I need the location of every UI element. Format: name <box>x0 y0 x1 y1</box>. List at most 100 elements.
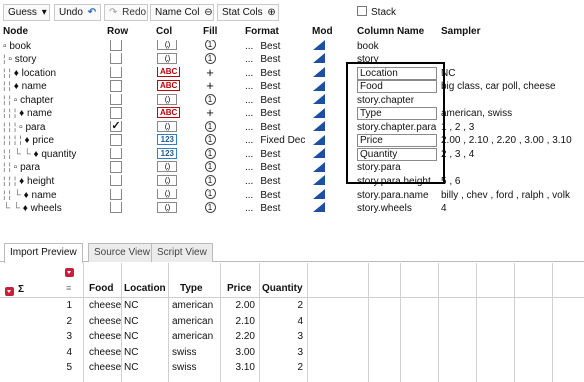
tree-row[interactable]: ▫ book (.) 1... Best book <box>0 39 584 53</box>
preview-cell[interactable]: NC <box>124 331 138 342</box>
tree-row[interactable]: ¦ ¦ ♦ name ABC +... Best Food big class, car … <box>0 80 584 94</box>
format-dots-button[interactable]: ... <box>245 41 253 52</box>
header-fill[interactable]: Fill <box>203 26 217 37</box>
modeling-type-icon[interactable] <box>313 66 325 77</box>
column-type-icon[interactable]: ABC <box>157 80 181 91</box>
header-node[interactable]: Node <box>3 26 28 37</box>
preview-cell[interactable]: NC <box>124 347 138 358</box>
preview-col-header[interactable]: Quantity <box>262 283 303 294</box>
node-cell[interactable]: ¦ ¦ ¦ ♦ name <box>3 107 105 120</box>
modeling-type-icon[interactable] <box>313 94 325 105</box>
tree-row[interactable]: ¦ ▫ story (.) 1... Best story <box>0 53 584 66</box>
preview-cell[interactable]: american <box>172 331 213 342</box>
row-checkbox[interactable] <box>110 188 122 200</box>
row-checkbox[interactable] <box>110 80 122 92</box>
preview-cell[interactable]: 2 <box>262 362 303 373</box>
modeling-type-icon[interactable] <box>313 175 325 186</box>
row-checkbox[interactable] <box>110 134 122 146</box>
header-sampler[interactable]: Sampler <box>441 26 480 37</box>
node-cell[interactable]: ▫ book <box>3 40 105 53</box>
column-type-icon[interactable]: (.) <box>157 53 177 64</box>
fill-circle-icon[interactable]: 1 <box>204 175 216 186</box>
tree-row[interactable]: ¦ ¦ ¦ ▫ para ✓ (.) 1... Best story.chapter.pa… <box>0 120 584 134</box>
column-type-icon[interactable]: (.) <box>157 120 177 132</box>
preview-cell[interactable]: 2.10 <box>224 316 255 327</box>
preview-cell[interactable]: 2.20 <box>224 331 255 342</box>
fill-plus-icon[interactable]: + <box>206 80 214 93</box>
tree-row[interactable]: ¦ ¦ └ └ ♦ quantity 123 1... Best Quantity 2 ,… <box>0 147 584 161</box>
preview-cell[interactable]: 2 <box>262 300 303 311</box>
preview-cell[interactable]: NC <box>124 362 138 373</box>
node-cell[interactable]: ¦ ¦ ▫ para <box>3 161 105 174</box>
format-label[interactable]: Best <box>260 54 280 65</box>
row-checkbox[interactable] <box>110 39 122 51</box>
format-dots-button[interactable]: ... <box>245 135 253 146</box>
row-checkbox[interactable] <box>110 147 122 160</box>
preview-cell[interactable]: NC <box>124 316 138 327</box>
preview-col-header[interactable]: Type <box>180 283 203 294</box>
column-type-icon[interactable]: (.) <box>157 93 177 105</box>
format-dots-button[interactable]: ... <box>245 54 253 65</box>
format-label[interactable]: Best <box>260 203 280 214</box>
modeling-type-icon[interactable] <box>313 148 325 159</box>
format-dots-button[interactable]: ... <box>245 176 253 187</box>
modeling-type-icon[interactable] <box>313 39 325 50</box>
column-type-icon[interactable]: ABC <box>157 66 181 78</box>
node-cell[interactable]: ¦ ▫ story <box>3 53 105 66</box>
format-label[interactable]: Best <box>260 95 280 106</box>
preview-cell[interactable]: NC <box>124 300 138 311</box>
preview-col-header[interactable]: Location <box>124 283 166 294</box>
format-dots-button[interactable]: ... <box>245 162 253 173</box>
fill-circle-icon[interactable]: 1 <box>204 134 216 146</box>
format-dots-button[interactable]: ... <box>245 95 253 106</box>
tree-row[interactable]: ¦ ¦ └ ♦ name (.) 1... Best story.para.name bi… <box>0 188 584 202</box>
header-column-name[interactable]: Column Name <box>357 26 424 37</box>
preview-cell[interactable]: cheese <box>89 331 121 342</box>
node-cell[interactable]: ¦ ¦ ¦ ♦ height <box>3 175 105 188</box>
format-dots-button[interactable]: ... <box>245 81 253 92</box>
format-label[interactable]: Best <box>260 176 280 187</box>
row-checkbox[interactable] <box>110 66 122 78</box>
modeling-type-icon[interactable] <box>313 53 325 64</box>
fill-circle-icon[interactable]: 1 <box>204 53 216 64</box>
format-dots-button[interactable]: ... <box>245 108 253 119</box>
modeling-type-icon[interactable] <box>313 80 325 91</box>
header-col[interactable]: Col <box>156 26 172 37</box>
preview-cell[interactable]: 3 <box>262 331 303 342</box>
format-dots-button[interactable]: ... <box>245 149 253 160</box>
modeling-type-icon[interactable] <box>313 107 325 118</box>
fill-circle-icon[interactable]: 1 <box>204 39 216 51</box>
modeling-type-icon[interactable] <box>313 121 325 132</box>
header-row[interactable]: Row <box>107 26 128 37</box>
row-checkbox[interactable] <box>110 107 122 119</box>
tab-import-preview[interactable]: Import Preview <box>4 243 83 263</box>
name-col-button[interactable]: Name Col ⊖ <box>150 4 214 21</box>
tab-source-view[interactable]: Source View <box>88 243 156 262</box>
column-type-icon[interactable]: ABC <box>157 107 181 119</box>
node-cell[interactable]: └ └ ♦ wheels <box>3 202 105 215</box>
format-dots-button[interactable]: ... <box>245 190 253 201</box>
preview-col-header[interactable]: Price <box>227 283 251 294</box>
guess-button[interactable]: Guess ▾ <box>3 4 50 21</box>
format-label[interactable]: Best <box>260 81 280 92</box>
tab-script-view[interactable]: Script View <box>151 243 213 262</box>
preview-cell[interactable]: swiss <box>172 362 196 373</box>
preview-cell[interactable]: swiss <box>172 347 196 358</box>
format-label[interactable]: Best <box>260 190 280 201</box>
tree-row[interactable]: ¦ ¦ ♦ location ABC +... Best Location NC <box>0 66 584 80</box>
stack-checkbox[interactable]: Stack <box>357 6 396 18</box>
preview-cell[interactable]: american <box>172 300 213 311</box>
row-checkbox[interactable] <box>110 53 122 65</box>
format-dots-button[interactable]: ... <box>245 203 253 214</box>
header-format[interactable]: Format <box>245 26 279 37</box>
row-checkbox[interactable]: ✓ <box>110 120 122 133</box>
column-type-icon[interactable]: (.) <box>157 175 177 186</box>
format-label[interactable]: Best <box>260 108 280 119</box>
preview-cell[interactable]: cheese <box>89 300 121 311</box>
fill-plus-icon[interactable]: + <box>206 107 214 120</box>
preview-cell[interactable]: 3.00 <box>224 347 255 358</box>
preview-cell[interactable]: cheese <box>89 347 121 358</box>
node-cell[interactable]: ¦ ¦ ¦ ¦ ♦ price <box>3 134 105 147</box>
preview-cell[interactable]: cheese <box>89 316 121 327</box>
format-label[interactable]: Best <box>260 162 280 173</box>
